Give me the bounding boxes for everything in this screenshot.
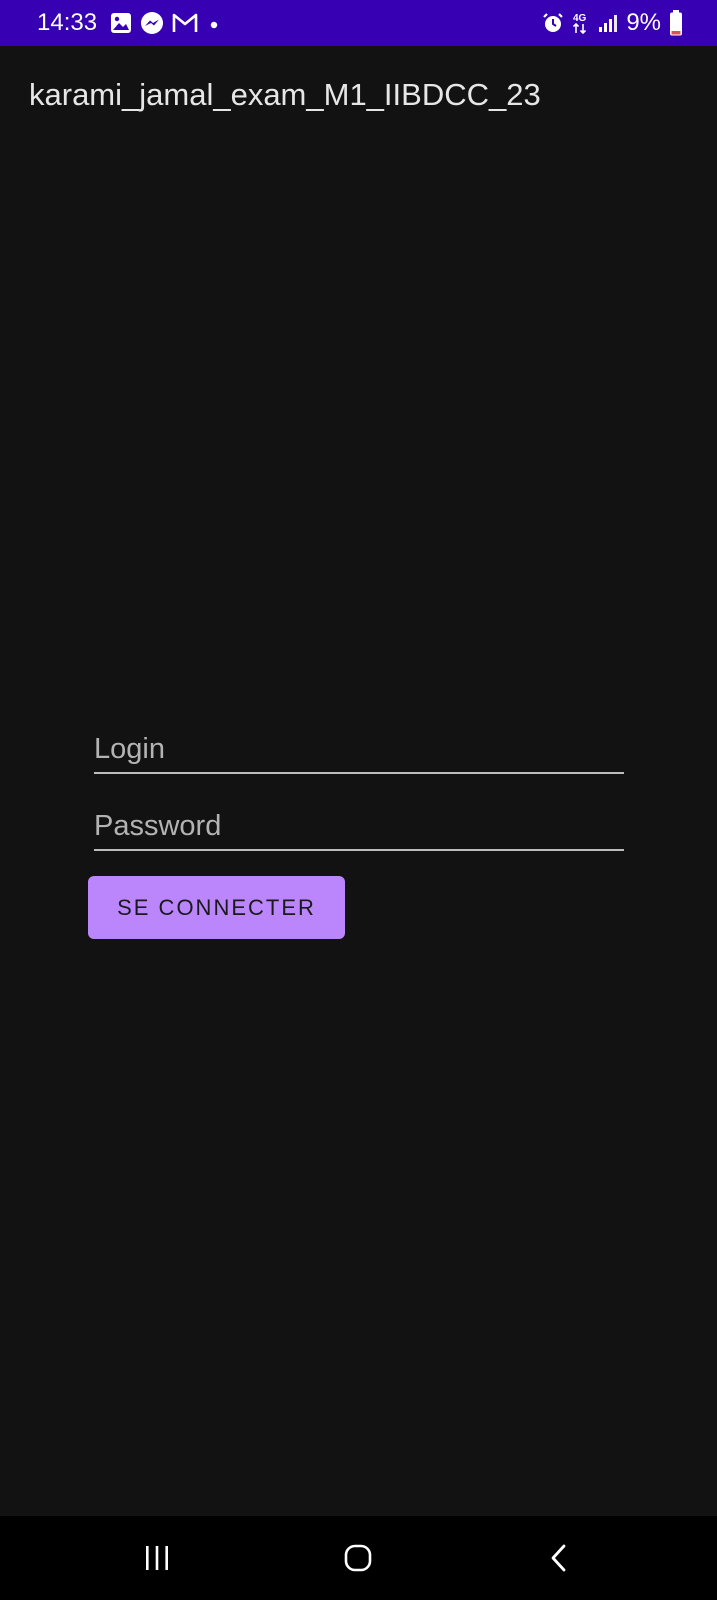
password-input[interactable] (94, 806, 624, 846)
connect-button[interactable]: SE CONNECTER (88, 876, 345, 939)
system-icons: 4G 9% (542, 10, 683, 36)
battery-icon (669, 10, 683, 36)
dot-icon (206, 12, 222, 34)
login-input[interactable] (94, 729, 624, 769)
svg-text:4G: 4G (573, 13, 587, 24)
alarm-icon (542, 12, 564, 34)
navigation-bar (0, 1516, 717, 1600)
recent-apps-button[interactable] (127, 1536, 187, 1580)
home-button[interactable] (328, 1536, 388, 1580)
login-screen: 14:33 4G 9% karami_jamal_exam_M1_IIBDCC_… (0, 0, 717, 1600)
app-bar: karami_jamal_exam_M1_IIBDCC_23 (0, 46, 717, 142)
app-title: karami_jamal_exam_M1_IIBDCC_23 (29, 77, 541, 112)
home-icon (343, 1543, 373, 1573)
notification-icons (110, 10, 222, 36)
messenger-icon (140, 11, 164, 35)
gmail-icon (172, 12, 198, 34)
status-time: 14:33 (37, 9, 98, 36)
back-button[interactable] (529, 1536, 589, 1580)
signal-icon (598, 12, 618, 34)
recent-apps-icon (142, 1544, 172, 1572)
login-field[interactable] (94, 729, 624, 774)
password-field[interactable] (94, 806, 624, 851)
gallery-icon (110, 12, 132, 34)
4g-icon: 4G (572, 11, 590, 35)
status-bar: 14:33 4G 9% (0, 0, 717, 46)
battery-percentage: 9% (626, 9, 661, 36)
back-icon (547, 1543, 571, 1573)
